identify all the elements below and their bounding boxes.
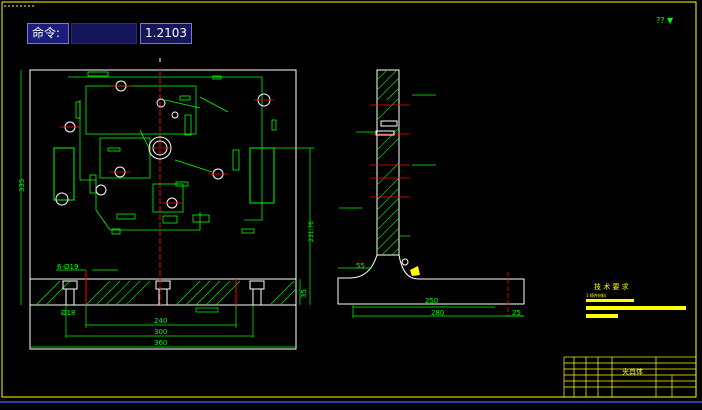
side-hatch <box>376 69 400 256</box>
side-column <box>376 69 400 256</box>
base-hatch <box>35 280 297 306</box>
sheet-border <box>1 1 697 398</box>
dim-300: 300 <box>154 328 167 336</box>
left-rib <box>53 147 75 201</box>
dim-335: 335 <box>18 179 26 192</box>
side-marker <box>401 258 409 266</box>
dim-35: 35 <box>300 289 308 298</box>
command-prompt-label: 命令: <box>27 23 69 44</box>
dim-240: 240 <box>154 317 167 325</box>
command-value-field[interactable]: 1.2103 <box>140 23 192 44</box>
tech-requirements: 技 术 要 求 1.铸件材料 <box>586 282 686 318</box>
tech-title: 技 术 要 求 <box>594 282 629 291</box>
leader-box <box>195 307 219 313</box>
dim-25: 25 <box>512 309 521 317</box>
title-block-name: 夹具体 <box>622 367 643 376</box>
body-geometry <box>68 71 277 235</box>
dim-55: 55 <box>356 262 365 270</box>
side-dimension-lines <box>338 94 524 318</box>
base-plate <box>29 278 297 306</box>
front-view: 335 231.76 35 6-Ø19 Ø18 240 300 360 <box>18 58 315 350</box>
dim-360: 360 <box>154 339 167 347</box>
circles <box>55 80 271 209</box>
dim-phi18: Ø18 <box>61 309 75 317</box>
side-pin <box>380 120 398 127</box>
dim-231: 231.76 <box>308 221 315 242</box>
side-view: 55 250 280 25 <box>337 69 525 318</box>
title-block <box>563 356 697 398</box>
tech-line1: 1.铸件材料 <box>586 292 606 298</box>
side-highlight <box>410 266 420 276</box>
centerline-marks <box>60 85 274 204</box>
front-outline <box>29 69 297 350</box>
top-right-marks: ?? ▼ <box>656 16 674 25</box>
drawing-viewport[interactable]: ?? ▼ 335 231.76 35 6-Ø19 Ø18 240 300 360… <box>0 0 702 410</box>
dim-250: 250 <box>425 297 438 305</box>
command-input[interactable] <box>71 23 137 44</box>
cad-drawing-canvas[interactable]: ?? ▼ 335 231.76 35 6-Ø19 Ø18 240 300 360… <box>0 0 702 410</box>
dim-6phi19: 6-Ø19 <box>57 263 78 271</box>
side-features <box>370 104 410 198</box>
dim-280: 280 <box>431 309 444 317</box>
